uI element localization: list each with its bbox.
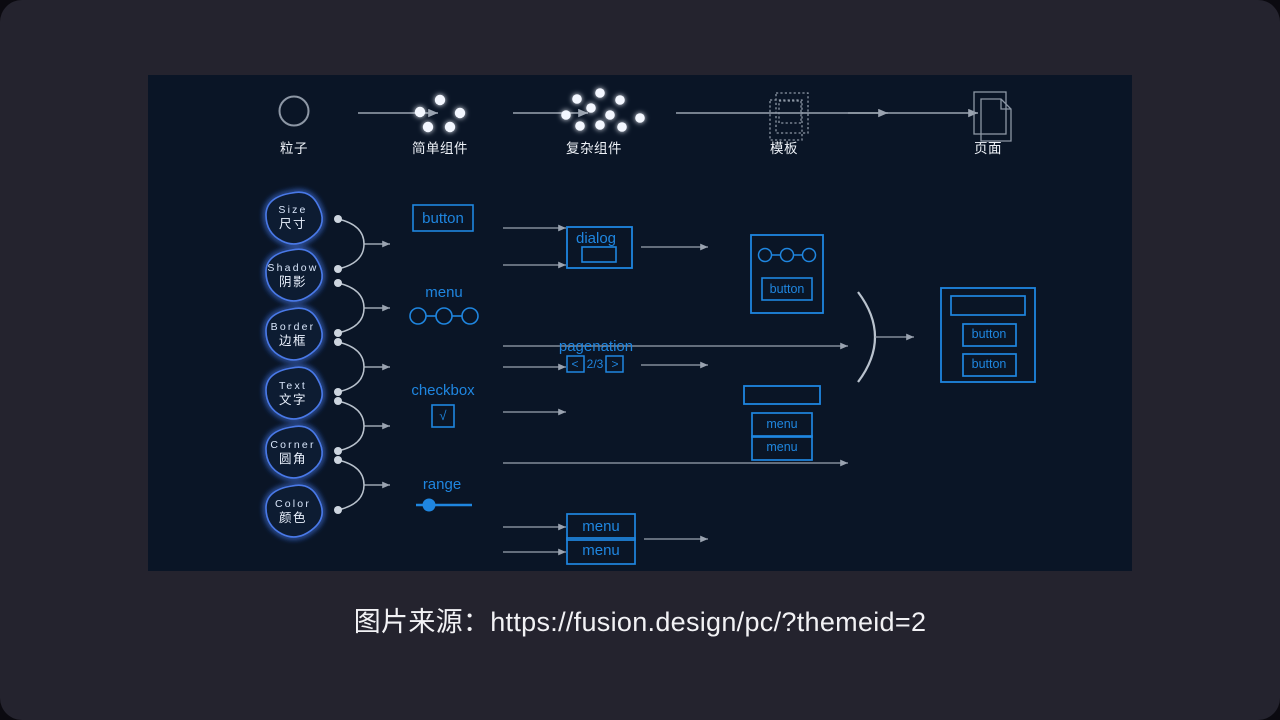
circle-outline-icon bbox=[278, 95, 310, 127]
checkbox-check-glyph: √ bbox=[439, 408, 447, 423]
component-menu-dots bbox=[409, 307, 479, 325]
page-button-label-1: button bbox=[971, 327, 1007, 341]
token-blob-color bbox=[265, 484, 323, 538]
pipeline-label-template: 模板 bbox=[770, 141, 798, 156]
pipeline-label-particle: 粒子 bbox=[280, 141, 308, 156]
token-blob-group bbox=[265, 191, 323, 538]
many-dots-cluster-icon bbox=[561, 88, 645, 132]
template-menu-button bbox=[750, 234, 824, 314]
label-menu-stack-2: menu bbox=[582, 542, 620, 559]
label-menu: menu bbox=[425, 284, 463, 301]
label-pagenation: pagenation bbox=[558, 338, 634, 355]
template-menu-label-2: menu bbox=[766, 440, 798, 454]
dashed-frames-icon bbox=[769, 92, 809, 141]
slide-root: 粒子 简单组件 复杂组件 模板 页面 Size 尺寸 Shadow 阴影 Bor… bbox=[0, 0, 1280, 720]
pagination-prev[interactable]: < bbox=[571, 357, 578, 371]
label-menu-stack-1: menu bbox=[582, 518, 620, 535]
arrows-simple-to-complex bbox=[503, 224, 848, 556]
token-blob-text bbox=[265, 366, 323, 420]
template-menu-label-1: menu bbox=[766, 417, 798, 431]
pipeline-label-simple: 简单组件 bbox=[412, 141, 468, 156]
pipeline-label-page: 页面 bbox=[974, 141, 1002, 156]
token-blob-border bbox=[265, 307, 323, 361]
label-range: range bbox=[422, 476, 462, 493]
token-blob-shadow bbox=[265, 248, 323, 302]
label-button: button bbox=[422, 210, 464, 227]
brace-connectors bbox=[334, 215, 390, 514]
source-caption: 图片来源：https://fusion.design/pc/?themeid=2 bbox=[353, 607, 927, 637]
token-blob-size bbox=[265, 191, 323, 245]
template-button-label: button bbox=[769, 282, 805, 296]
component-range-slider bbox=[416, 498, 472, 512]
page-button-label-2: button bbox=[971, 357, 1007, 371]
label-dialog: dialog bbox=[575, 230, 617, 247]
five-dots-cluster-icon bbox=[414, 94, 466, 133]
arrows-complex-to-template bbox=[641, 243, 708, 543]
page-brace-connector bbox=[857, 291, 914, 383]
pipeline-label-complex: 复杂组件 bbox=[566, 141, 622, 156]
stacked-documents-icon bbox=[973, 91, 1012, 142]
pagination-next[interactable]: > bbox=[611, 357, 618, 371]
pagination-page: 2/3 bbox=[586, 357, 604, 371]
token-blob-corner bbox=[265, 425, 323, 479]
diagram-canvas: 粒子 简单组件 复杂组件 模板 页面 Size 尺寸 Shadow 阴影 Bor… bbox=[148, 75, 1132, 571]
label-checkbox: checkbox bbox=[411, 382, 475, 399]
